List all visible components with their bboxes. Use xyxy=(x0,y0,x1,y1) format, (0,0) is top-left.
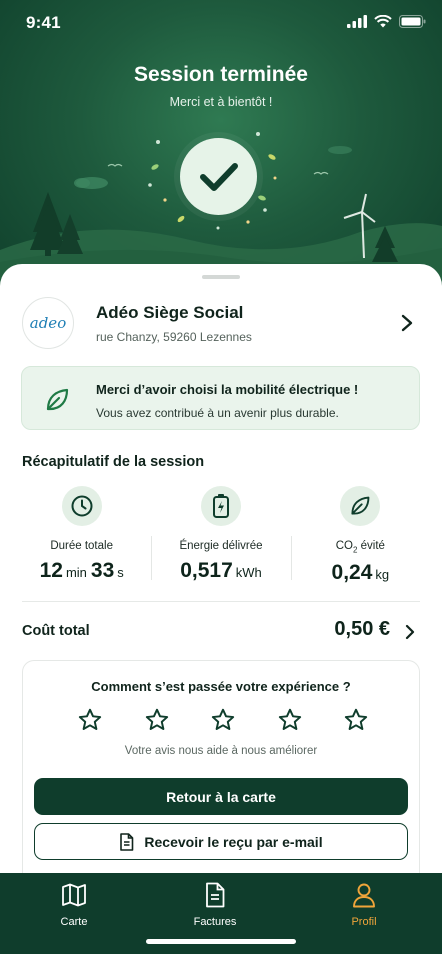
eco-banner: Merci d’avoir choisi la mobilité électri… xyxy=(21,366,420,430)
leaf-icon xyxy=(46,388,69,411)
session-stats: Durée totale 12 min 33 s Énergie délivrée 0… xyxy=(12,484,430,594)
station-logo: adeo xyxy=(22,297,74,349)
stat-duration: Durée totale 12 min 33 s xyxy=(12,484,151,594)
checkmark-icon xyxy=(199,162,238,191)
battery-charging-icon xyxy=(212,494,229,518)
tab-factures[interactable]: Factures xyxy=(165,882,265,928)
star-icon[interactable] xyxy=(208,705,238,735)
session-summary-sheet: adeo Adéo Siège Social rue Chanzy, 59260… xyxy=(0,264,442,890)
tab-carte-label: Carte xyxy=(60,916,88,928)
leaf-icon xyxy=(351,496,370,515)
feedback-hint: Votre avis nous aide à nous améliorer xyxy=(124,745,318,757)
total-cost-row[interactable]: Coût total 0,50 € xyxy=(22,614,420,648)
star-icon[interactable] xyxy=(75,705,105,735)
clock-icon xyxy=(71,495,93,517)
total-cost-label: Coût total xyxy=(22,623,90,639)
stat-energy-label: Énergie délivrée xyxy=(179,540,263,552)
star-icon[interactable] xyxy=(142,705,172,735)
star-icon[interactable] xyxy=(341,705,371,735)
stat-co2-label: CO2 évité xyxy=(335,540,385,555)
tab-profil[interactable]: Profil xyxy=(314,882,414,928)
divider xyxy=(22,601,420,602)
page-title: Session terminée xyxy=(134,63,308,86)
stat-duration-value: 12 min 33 s xyxy=(39,559,124,582)
station-address: rue Chanzy, 59260 Lezennes xyxy=(96,330,252,344)
wifi-icon xyxy=(374,15,392,28)
feedback-card: Comment s’est passée votre expérience ? … xyxy=(22,660,420,890)
chevron-right-icon[interactable] xyxy=(404,624,416,640)
station-logo-text: adeo xyxy=(29,314,67,332)
home-indicator[interactable] xyxy=(146,939,296,944)
stat-co2-value: 0,24 kg xyxy=(331,561,390,585)
email-receipt-button[interactable]: Recevoir le reçu par e-mail xyxy=(34,823,408,860)
tab-factures-label: Factures xyxy=(193,916,237,928)
tab-carte[interactable]: Carte xyxy=(24,882,124,928)
summary-title: Récapitulatif de la session xyxy=(22,454,205,470)
status-bar: 9:41 xyxy=(0,0,442,48)
battery-icon xyxy=(399,15,426,28)
page-subtitle: Merci et à bientôt ! xyxy=(169,95,273,109)
cellular-signal-icon xyxy=(347,15,367,28)
star-rating[interactable] xyxy=(75,705,371,735)
eco-message-body: Vous avez contribué à un avenir plus dur… xyxy=(96,406,339,420)
success-badge xyxy=(180,138,257,215)
stat-energy-value: 0,517 kWh xyxy=(180,559,262,582)
status-time: 9:41 xyxy=(26,13,61,32)
sheet-grabber[interactable] xyxy=(202,275,240,279)
total-cost-value: 0,50 € xyxy=(334,618,390,640)
tab-bar: Carte Factures Profil xyxy=(0,873,442,954)
chevron-right-icon[interactable] xyxy=(400,313,414,333)
station-name: Adéo Siège Social xyxy=(96,303,244,322)
star-icon[interactable] xyxy=(275,705,305,735)
eco-message-title: Merci d’avoir choisi la mobilité électri… xyxy=(96,382,359,397)
back-to-map-label: Retour à la carte xyxy=(166,788,276,805)
stat-co2: CO2 évité 0,24 kg xyxy=(290,484,430,594)
hero-header: 9:41 Session terminée Merci et à bientôt… xyxy=(0,0,442,300)
tab-profil-label: Profil xyxy=(351,916,377,928)
stat-duration-label: Durée totale xyxy=(50,540,113,552)
email-receipt-label: Recevoir le reçu par e-mail xyxy=(144,833,323,850)
receipt-icon xyxy=(120,832,134,851)
invoice-icon xyxy=(206,882,225,908)
station-card[interactable]: adeo Adéo Siège Social rue Chanzy, 59260… xyxy=(22,297,420,349)
back-to-map-button[interactable]: Retour à la carte xyxy=(34,778,408,815)
stat-energy: Énergie délivrée 0,517 kWh xyxy=(151,484,290,594)
feedback-question: Comment s’est passée votre expérience ? xyxy=(91,679,351,694)
map-icon xyxy=(62,883,86,907)
profile-icon xyxy=(353,883,375,908)
